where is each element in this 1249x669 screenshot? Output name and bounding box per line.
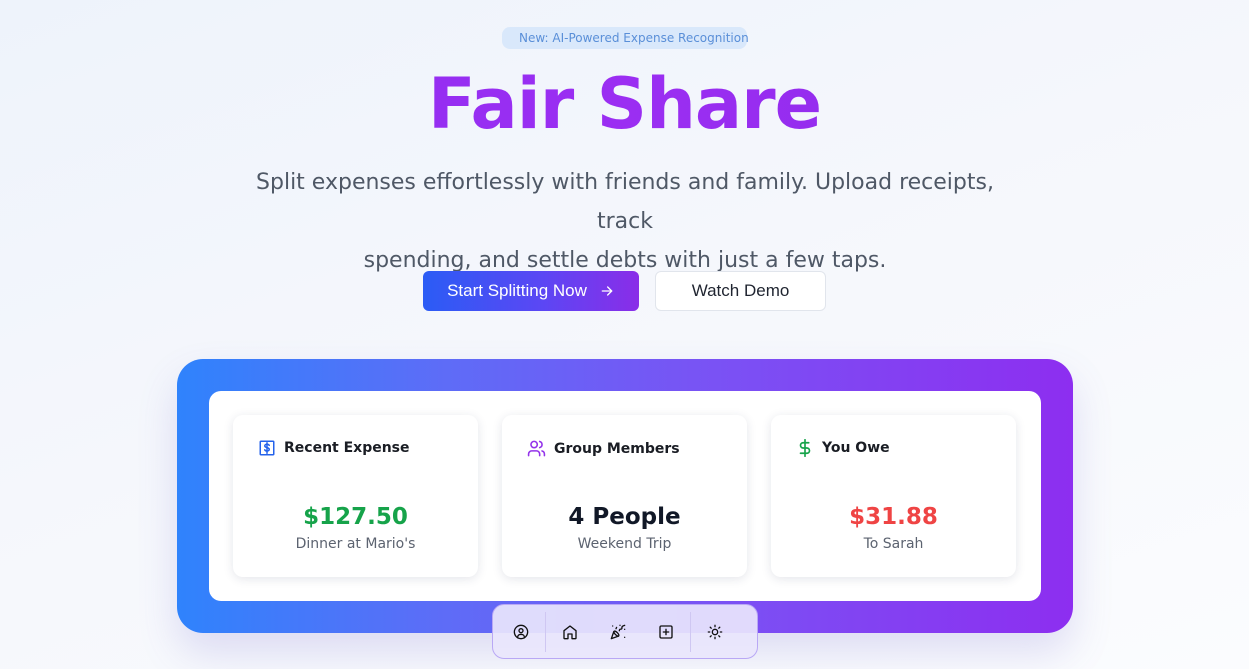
preview-panel: Recent Expense $127.50 Dinner at Mario's… <box>209 391 1041 601</box>
sun-icon <box>707 624 723 639</box>
arrow-right-icon <box>599 283 615 299</box>
celebrate-button[interactable] <box>594 612 642 652</box>
card-value: 4 People <box>568 504 681 530</box>
receipt-dollar-icon <box>258 439 276 457</box>
page-subtitle: Split expenses effortlessly with friends… <box>225 163 1025 280</box>
add-expense-button[interactable] <box>642 612 690 652</box>
user-circle-icon <box>513 624 529 639</box>
announcement-badge[interactable]: New: AI-Powered Expense Recognition <box>502 27 749 49</box>
card-title: Group Members <box>554 440 680 457</box>
home-icon <box>563 624 577 639</box>
home-button[interactable] <box>546 612 594 652</box>
profile-button[interactable] <box>497 612 545 652</box>
subtitle-line-1: Split expenses effortlessly with friends… <box>256 170 994 234</box>
watch-demo-button[interactable]: Watch Demo <box>655 271 826 311</box>
dollar-sign-icon <box>796 439 814 457</box>
card-value: $31.88 <box>849 504 938 530</box>
theme-toggle-button[interactable] <box>691 612 739 652</box>
page-title: Fair Share <box>0 60 1249 148</box>
card-subtitle: Dinner at Mario's <box>295 536 416 552</box>
card-value: $127.50 <box>303 504 408 530</box>
preview-frame: Recent Expense $127.50 Dinner at Mario's… <box>177 359 1073 633</box>
card-subtitle: To Sarah <box>863 536 924 552</box>
plus-square-icon <box>659 624 673 639</box>
card-title: You Owe <box>822 440 890 456</box>
users-icon <box>527 439 546 458</box>
card-you-owe[interactable]: You Owe $31.88 To Sarah <box>771 415 1016 577</box>
card-title: Recent Expense <box>284 440 410 456</box>
card-group-members[interactable]: Group Members 4 People Weekend Trip <box>502 415 747 577</box>
badge-text: New: AI-Powered Expense Recognition <box>519 31 749 45</box>
card-recent-expense[interactable]: Recent Expense $127.50 Dinner at Mario's <box>233 415 478 577</box>
start-splitting-label: Start Splitting Now <box>447 281 587 300</box>
bottom-dock <box>492 604 758 659</box>
start-splitting-button[interactable]: Start Splitting Now <box>423 271 639 311</box>
card-subtitle: Weekend Trip <box>577 536 672 552</box>
party-popper-icon <box>610 624 626 639</box>
